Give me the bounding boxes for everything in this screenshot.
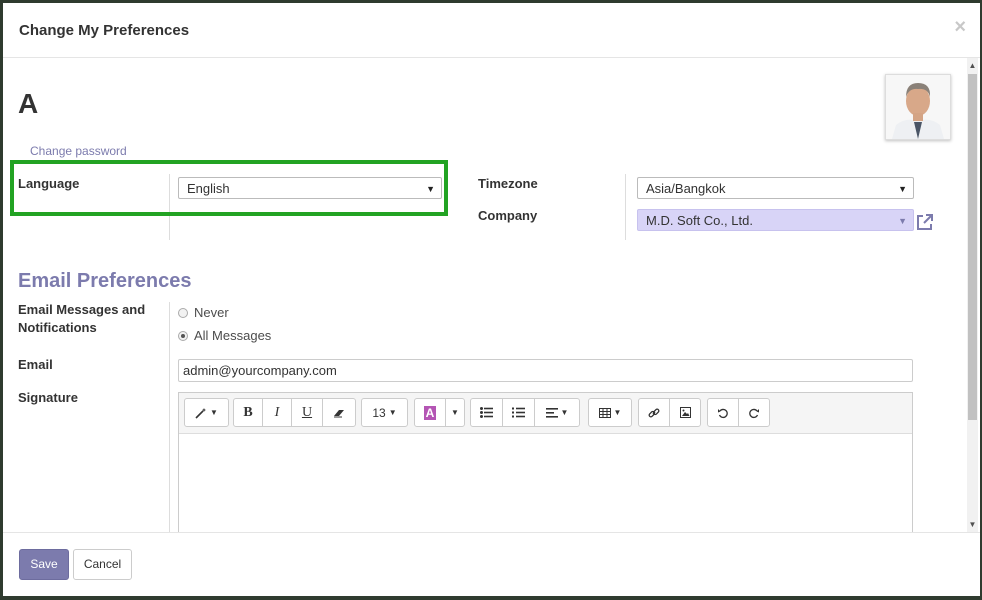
signature-editor[interactable]: ▼ B I U 13 ▼ A ▼ ▼ ▼ <box>178 392 913 532</box>
timezone-value: Asia/Bangkok <box>646 181 726 196</box>
link-icon <box>648 408 660 417</box>
caret-down-icon: ▼ <box>451 408 459 417</box>
scroll-down-arrow-icon[interactable]: ▼ <box>968 520 977 530</box>
chevron-down-icon: ▼ <box>898 216 907 226</box>
numbered-list-icon <box>512 407 525 418</box>
save-button[interactable]: Save <box>19 549 69 580</box>
dialog-title: Change My Preferences <box>19 22 190 39</box>
align-dropdown-button[interactable]: ▼ <box>534 398 580 427</box>
caret-down-icon: ▼ <box>210 408 218 417</box>
timezone-select[interactable]: Asia/Bangkok ▼ <box>637 177 914 199</box>
font-color-dropdown[interactable]: ▼ <box>445 398 465 427</box>
list-group: ▼ <box>470 398 580 427</box>
editor-toolbar: ▼ B I U 13 ▼ A ▼ ▼ ▼ <box>179 393 912 434</box>
font-size-dropdown[interactable]: 13 ▼ <box>361 398 408 427</box>
link-button[interactable] <box>638 398 670 427</box>
image-button[interactable] <box>669 398 701 427</box>
underline-button[interactable]: U <box>291 398 323 427</box>
font-size-value: 13 <box>372 405 386 420</box>
left-divider-bottom <box>169 302 170 532</box>
radio-all-messages-indicator[interactable] <box>178 330 188 341</box>
cancel-button[interactable]: Cancel <box>73 549 132 580</box>
color-group: A ▼ <box>414 398 465 427</box>
notifications-label: Email Messages and Notifications <box>18 301 145 337</box>
email-preferences-title: Email Preferences <box>18 270 192 292</box>
radio-never[interactable]: Never <box>178 305 229 320</box>
user-name-field[interactable]: A <box>18 88 38 120</box>
numbered-list-button[interactable] <box>502 398 535 427</box>
external-link-icon[interactable] <box>915 212 935 232</box>
caret-down-icon: ▼ <box>388 408 397 417</box>
close-icon[interactable]: × <box>954 16 966 39</box>
eraser-icon <box>333 409 344 417</box>
dialog-header: Change My Preferences × <box>3 3 980 58</box>
dialog-body: A Change password Language English ▼ Tim… <box>3 58 980 532</box>
image-icon <box>679 407 691 418</box>
bold-button[interactable]: B <box>233 398 263 427</box>
dialog-scrollbar[interactable]: ▲ ▼ <box>967 58 978 532</box>
redo-icon <box>749 408 759 418</box>
preferences-dialog: Change My Preferences × A Change passwor… <box>3 3 980 596</box>
format-group: B I U <box>233 398 356 427</box>
avatar-photo-icon <box>886 75 950 139</box>
insert-group <box>638 398 701 427</box>
style-dropdown-button[interactable]: ▼ <box>184 398 229 427</box>
align-left-icon <box>545 407 558 418</box>
caret-down-icon: ▼ <box>560 408 569 417</box>
table-dropdown-button[interactable]: ▼ <box>588 398 632 427</box>
table-group: ▼ <box>588 398 632 427</box>
signature-label: Signature <box>18 390 78 405</box>
language-highlight-box <box>10 160 448 216</box>
redo-button[interactable] <box>738 398 770 427</box>
bullet-list-icon <box>480 407 493 418</box>
undo-icon <box>718 408 728 418</box>
magic-wand-icon <box>195 407 207 419</box>
company-label: Company <box>478 208 538 223</box>
company-select[interactable]: M.D. Soft Co., Ltd. ▼ <box>637 209 914 231</box>
caret-down-icon: ▼ <box>613 408 622 417</box>
style-group: ▼ <box>184 398 229 427</box>
undo-button[interactable] <box>707 398 739 427</box>
notifications-label-line1: Email Messages and <box>18 302 146 317</box>
scrollbar-thumb[interactable] <box>968 74 977 420</box>
radio-all-messages-label: All Messages <box>194 328 272 343</box>
email-label: Email <box>18 357 53 372</box>
user-avatar[interactable] <box>885 74 951 140</box>
timezone-label: Timezone <box>478 176 538 191</box>
table-icon <box>598 407 611 418</box>
font-color-button[interactable]: A <box>414 398 446 427</box>
radio-never-indicator[interactable] <box>178 307 188 318</box>
history-group <box>707 398 770 427</box>
italic-button[interactable]: I <box>262 398 292 427</box>
bullet-list-button[interactable] <box>470 398 503 427</box>
dialog-footer: Save Cancel <box>3 532 980 597</box>
scroll-up-arrow-icon[interactable]: ▲ <box>968 61 977 71</box>
right-divider <box>625 174 626 240</box>
change-password-link[interactable]: Change password <box>30 144 127 158</box>
radio-all-messages[interactable]: All Messages <box>178 328 271 343</box>
email-field[interactable]: admin@yourcompany.com <box>178 359 913 382</box>
font-color-icon: A <box>423 405 437 420</box>
notifications-label-line2: Notifications <box>18 320 97 335</box>
eraser-button[interactable] <box>322 398 356 427</box>
radio-never-label: Never <box>194 305 229 320</box>
company-value: M.D. Soft Co., Ltd. <box>646 213 753 228</box>
chevron-down-icon: ▼ <box>898 184 907 194</box>
font-size-group: 13 ▼ <box>361 398 408 427</box>
